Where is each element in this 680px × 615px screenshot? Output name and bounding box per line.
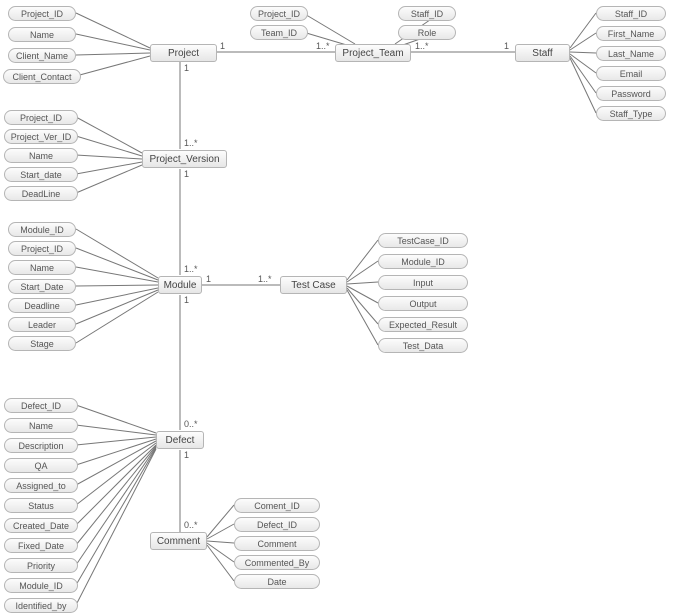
attr-pv-project-id: Project_ID: [4, 110, 78, 125]
entity-label: Module: [164, 280, 197, 291]
attr-c-by: Commented_By: [234, 555, 320, 570]
card-testcase-left: 1..*: [258, 274, 272, 284]
card-pv-below: 1: [184, 169, 189, 179]
attr-password: Password: [596, 86, 666, 101]
entity-comment: Comment: [150, 532, 207, 550]
entity-module: Module: [158, 276, 202, 294]
attr-pv-ver-id: Project_Ver_ID: [4, 129, 78, 144]
attr-defect-id: Defect_ID: [4, 398, 78, 413]
er-diagram: Project Project_Team Staff Project_Versi…: [0, 0, 680, 615]
attr-client-contact: Client_Contact: [3, 69, 81, 84]
attr-email: Email: [596, 66, 666, 81]
attr-pt-staff-id: Staff_ID: [398, 6, 456, 21]
attr-d-status: Status: [4, 498, 78, 513]
card-project-team-left: 1: [220, 41, 225, 51]
attr-project-name: Name: [8, 27, 76, 42]
card-defect-top: 0..*: [184, 419, 198, 429]
attr-d-assigned: Assigned_to: [4, 478, 78, 493]
entity-project-team: Project_Team: [335, 44, 411, 62]
card-comment-top: 0..*: [184, 520, 198, 530]
attr-d-module: Module_ID: [4, 578, 78, 593]
attr-tc-input: Input: [378, 275, 468, 290]
attr-staff-id: Staff_ID: [596, 6, 666, 21]
entity-staff: Staff: [515, 44, 570, 62]
attr-m-stage: Stage: [8, 336, 76, 351]
entity-project-version: Project_Version: [142, 150, 227, 168]
attr-c-date: Date: [234, 574, 320, 589]
attr-d-priority: Priority: [4, 558, 78, 573]
attr-pt-team-id: Team_ID: [250, 25, 308, 40]
attr-d-qa: QA: [4, 458, 78, 473]
entity-label: Staff: [532, 48, 552, 59]
attr-c-defect: Defect_ID: [234, 517, 320, 532]
card-team-staff-left: 1..*: [415, 41, 429, 51]
attr-m-name: Name: [8, 260, 76, 275]
attr-d-fixed: Fixed_Date: [4, 538, 78, 553]
attr-c-id: Coment_ID: [234, 498, 320, 513]
attr-project-id: Project_ID: [8, 6, 76, 21]
attr-d-identified: Identified_by: [4, 598, 78, 613]
card-project-below: 1: [184, 63, 189, 73]
card-module-top: 1..*: [184, 264, 198, 274]
card-pv-top: 1..*: [184, 138, 198, 148]
attr-tc-output: Output: [378, 296, 468, 311]
entity-label: Defect: [166, 435, 195, 446]
attr-first-name: First_Name: [596, 26, 666, 41]
attr-tc-module: Module_ID: [378, 254, 468, 269]
attr-pt-role: Role: [398, 25, 456, 40]
entity-test-case: Test Case: [280, 276, 347, 294]
entity-defect: Defect: [156, 431, 204, 449]
attr-m-deadline: Deadline: [8, 298, 76, 313]
attr-d-desc: Description: [4, 438, 78, 453]
attr-m-leader: Leader: [8, 317, 76, 332]
attr-module-id: Module_ID: [8, 222, 76, 237]
entity-label: Project: [168, 48, 199, 59]
attr-d-name: Name: [4, 418, 78, 433]
attr-staff-type: Staff_Type: [596, 106, 666, 121]
attr-tc-expected: Expected_Result: [378, 317, 468, 332]
card-team-staff-right: 1: [504, 41, 509, 51]
card-module-right: 1: [206, 274, 211, 284]
entity-label: Test Case: [291, 280, 335, 291]
entity-label: Project_Team: [342, 48, 403, 59]
card-project-team-right: 1..*: [316, 41, 330, 51]
attr-tc-id: TestCase_ID: [378, 233, 468, 248]
connector-lines: [0, 0, 680, 615]
attr-c-comment: Comment: [234, 536, 320, 551]
attr-m-project-id: Project_ID: [8, 241, 76, 256]
attr-client-name: Client_Name: [8, 48, 76, 63]
attr-pv-name: Name: [4, 148, 78, 163]
attr-pv-deadline: DeadLine: [4, 186, 78, 201]
attr-pt-project-id: Project_ID: [250, 6, 308, 21]
attr-last-name: Last_Name: [596, 46, 666, 61]
entity-label: Comment: [157, 536, 200, 547]
entity-label: Project_Version: [149, 154, 219, 165]
card-defect-below: 1: [184, 450, 189, 460]
card-module-below: 1: [184, 295, 189, 305]
attr-tc-data: Test_Data: [378, 338, 468, 353]
attr-m-start: Start_Date: [8, 279, 76, 294]
attr-pv-start: Start_date: [4, 167, 78, 182]
entity-project: Project: [150, 44, 217, 62]
attr-d-created: Created_Date: [4, 518, 78, 533]
